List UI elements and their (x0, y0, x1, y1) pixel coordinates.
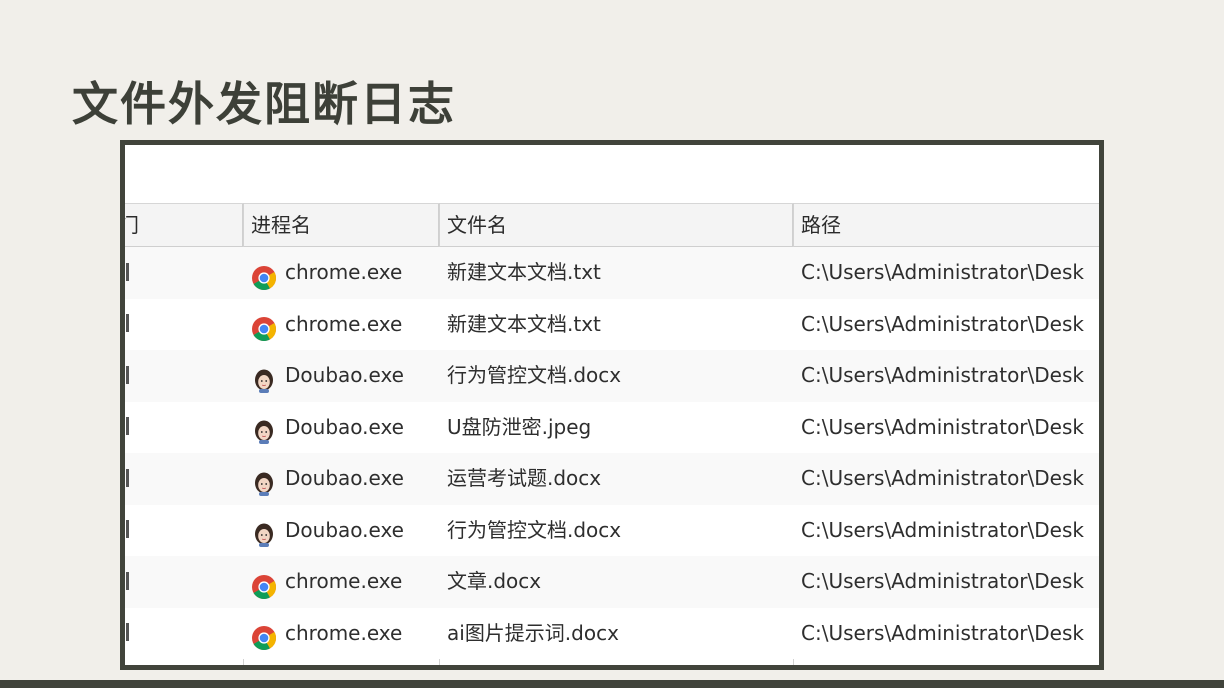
file-name-cell: 新建文本文档.txt (447, 311, 601, 336)
process-name: chrome.exe (285, 260, 403, 284)
path-cell: C:\Users\Administrator\Desk (801, 311, 1084, 336)
truncated-dept-text (126, 468, 129, 487)
file-name-cell: 运营考试题.docx (447, 466, 602, 490)
path-cell: C:\Users\Administrator\Desk (801, 466, 1084, 490)
path-cell: C:\Users\Administrator\Desk (801, 569, 1084, 593)
process-cell: chrome.exe (243, 299, 439, 351)
process-name: chrome.exe (285, 569, 403, 593)
column-header-path[interactable]: 路径 (793, 204, 1099, 246)
process-cell: Doubao.exe (243, 350, 439, 402)
doubao-icon (251, 516, 277, 547)
file-name-cell: ai图片提示词.docx (447, 620, 619, 645)
process-name: chrome.exe (285, 311, 403, 336)
chrome-icon (251, 310, 277, 342)
dept-cell (125, 402, 243, 454)
table-row[interactable]: chrome.exe 新建文本文档.txt C:\Users\Administr… (125, 298, 1099, 351)
table-row[interactable]: Doubao.exe 行为管控文档.docx C:\Users\Administ… (125, 504, 1099, 557)
table-body: chrome.exe 新建文本文档.txt C:\Users\Administr… (125, 247, 1099, 660)
log-table: 门 进程名 文件名 路径 chrome.exe 新建文本文档.txt C:\Us… (120, 140, 1104, 670)
file-name-cell: 新建文本文档.txt (447, 260, 601, 284)
process-cell: Doubao.exe (243, 505, 439, 557)
truncated-dept-text (126, 623, 129, 641)
doubao-icon (251, 465, 277, 496)
dept-cell (125, 556, 243, 608)
path-cell: C:\Users\Administrator\Desk (801, 517, 1084, 542)
file-name-cell: U盘防泄密.jpeg (447, 414, 592, 439)
process-name: chrome.exe (285, 620, 403, 645)
chrome-icon (251, 619, 277, 651)
truncated-dept-text (126, 262, 129, 281)
truncated-dept-text (126, 417, 129, 435)
table-row[interactable]: chrome.exe ai图片提示词.docx C:\Users\Adminis… (125, 607, 1099, 660)
page-title: 文件外发阻断日志 (72, 77, 456, 131)
process-name: Doubao.exe (285, 363, 404, 387)
file-name-cell: 文章.docx (447, 569, 542, 593)
process-cell: chrome.exe (243, 556, 439, 608)
dept-cell (125, 350, 243, 402)
process-cell: chrome.exe (243, 608, 439, 660)
path-cell: C:\Users\Administrator\Desk (801, 414, 1084, 439)
table-toolbar-area (125, 145, 1099, 203)
chrome-icon (251, 568, 277, 599)
doubao-icon (251, 413, 277, 444)
bottom-bar (0, 680, 1224, 688)
dept-cell (125, 505, 243, 557)
path-cell: C:\Users\Administrator\Desk (801, 260, 1084, 284)
process-name: Doubao.exe (285, 414, 404, 439)
table-row[interactable]: Doubao.exe 行为管控文档.docx C:\Users\Administ… (125, 350, 1099, 402)
dept-cell (125, 299, 243, 351)
truncated-dept-text (126, 314, 129, 332)
file-name-cell: 行为管控文档.docx (447, 517, 622, 542)
truncated-dept-text (126, 571, 129, 590)
truncated-dept-text (126, 365, 129, 384)
dept-cell (125, 247, 243, 299)
table-row[interactable]: Doubao.exe 运营考试题.docx C:\Users\Administr… (125, 453, 1099, 505)
column-header-dept[interactable]: 门 (125, 204, 243, 246)
path-cell: C:\Users\Administrator\Desk (801, 620, 1084, 645)
file-name-cell: 行为管控文档.docx (447, 363, 622, 387)
process-name: Doubao.exe (285, 466, 404, 490)
doubao-icon (251, 362, 277, 393)
process-cell: chrome.exe (243, 247, 439, 299)
column-header-process[interactable]: 进程名 (243, 204, 439, 246)
process-name: Doubao.exe (285, 517, 404, 542)
path-cell: C:\Users\Administrator\Desk (801, 363, 1084, 387)
process-cell: Doubao.exe (243, 402, 439, 454)
truncated-dept-text (126, 520, 129, 538)
table-row[interactable]: chrome.exe 新建文本文档.txt C:\Users\Administr… (125, 247, 1099, 299)
column-header-file[interactable]: 文件名 (439, 204, 793, 246)
chrome-icon (251, 259, 277, 290)
table-row[interactable]: chrome.exe 文章.docx C:\Users\Administrato… (125, 556, 1099, 608)
process-cell: Doubao.exe (243, 453, 439, 505)
dept-cell (125, 608, 243, 660)
table-row[interactable]: Doubao.exe U盘防泄密.jpeg C:\Users\Administr… (125, 401, 1099, 454)
dept-cell (125, 453, 243, 505)
table-header: 门 进程名 文件名 路径 (125, 203, 1099, 247)
